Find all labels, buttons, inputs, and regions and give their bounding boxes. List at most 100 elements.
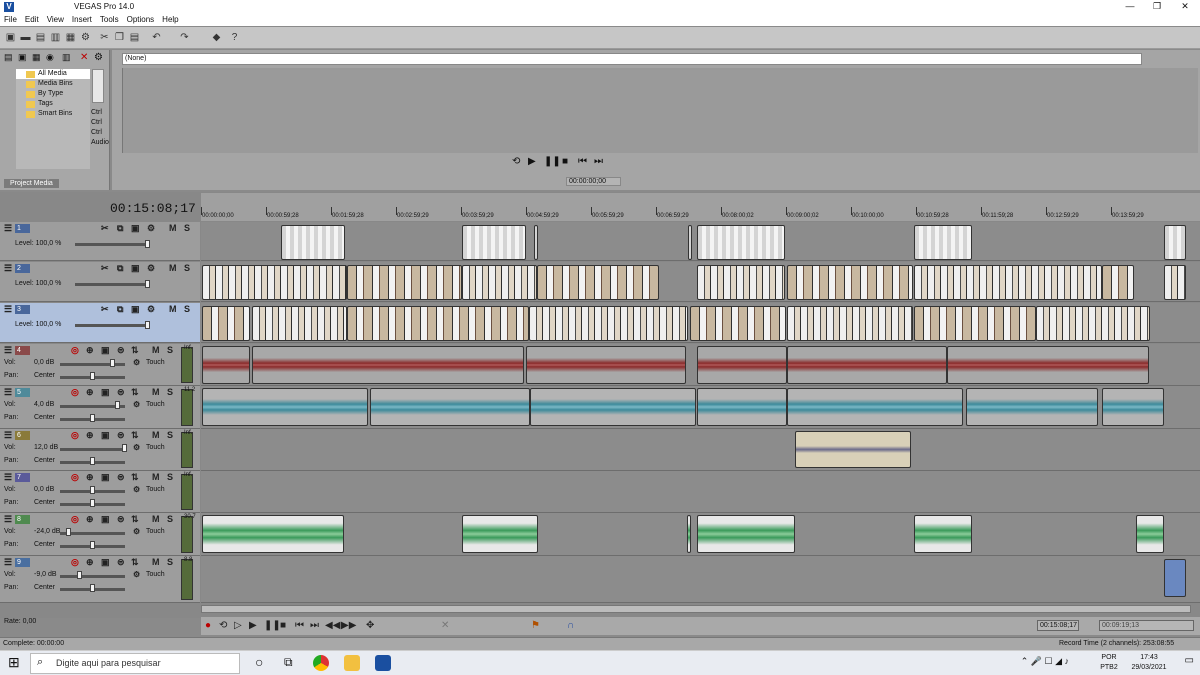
minimize-button[interactable]: — [1115,0,1145,13]
cortana-icon[interactable]: ○ [255,654,263,670]
arm-record-icon[interactable]: ◎ [71,387,79,398]
menu-tools[interactable]: Tools [100,15,119,24]
pan-knob[interactable] [90,541,95,549]
audio-track-header[interactable]: ☰ 8 ◎ ⊕ ▣ ⊜ ⇅ M S Vol: -24,0 dB ⚙ Touch Pan: Center -30… [0,513,200,556]
video-track-header[interactable]: ☰ 3 ✂ ⧉ ▣ ⚙ M S Level: 100,0 % [0,303,200,343]
automation-mode-icon[interactable]: ⚙ [133,485,140,494]
timeline-clip[interactable] [1136,515,1164,553]
audio-track-header[interactable]: ☰ 6 ◎ ⊕ ▣ ⊜ ⇅ M S Vol: 12,0 dB ⚙ Touch Pan: Center -Inf… [0,429,200,471]
track-menu-icon[interactable]: ☰ [4,345,12,356]
menu-insert[interactable]: Insert [72,15,92,24]
video-track-header[interactable]: ☰ 2 ✂ ⧉ ▣ ⚙ M S Level: 100,0 % [0,262,200,302]
vol-slider[interactable] [60,575,125,578]
mute-button[interactable]: M [152,430,160,440]
compositing-icon[interactable]: ⧉ [117,223,123,234]
arm-record-icon[interactable]: ◎ [71,345,79,356]
track-fx-icon[interactable]: ⚙ [147,223,155,234]
touch-label[interactable]: Touch [146,359,165,366]
automation-icon[interactable]: ⊜ [117,430,125,441]
timeline-clip[interactable] [462,515,538,553]
pan-knob[interactable] [90,414,95,422]
record-icon[interactable]: ● [205,620,211,631]
timeline-clip[interactable] [697,388,787,426]
copy-icon[interactable]: ❐ [113,31,126,44]
track-menu-icon[interactable]: ☰ [4,430,12,441]
tree-item-all-media[interactable]: All Media [16,69,90,79]
track-menu-icon[interactable]: ☰ [4,387,12,398]
vol-knob[interactable] [115,401,120,409]
vol-knob[interactable] [90,486,95,494]
menu-help[interactable]: Help [162,15,178,24]
timeline-clip[interactable] [202,265,347,300]
pan-knob[interactable] [90,499,95,507]
mute-button[interactable]: M [152,514,160,524]
timeline-clip[interactable] [202,388,368,426]
timeline-clip[interactable] [462,225,526,260]
timeline-clip[interactable] [252,346,524,384]
envelope-icon[interactable]: ⇅ [131,345,139,356]
track-menu-icon[interactable]: ☰ [4,263,12,274]
timeline-clip[interactable] [1036,306,1150,341]
level-slider[interactable] [75,243,150,246]
level-knob[interactable] [145,240,150,248]
menu-options[interactable]: Options [127,15,155,24]
automation-mode-icon[interactable]: ⚙ [133,570,140,579]
timeline-clip[interactable] [370,388,530,426]
vol-knob[interactable] [110,359,115,367]
maximize-button[interactable]: ❐ [1142,0,1172,13]
timeline-clip[interactable] [281,225,345,260]
track-menu-icon[interactable]: ☰ [4,514,12,525]
timeline-clip[interactable] [202,346,250,384]
vol-slider[interactable] [60,363,125,366]
automation-icon[interactable]: ⊜ [117,514,125,525]
timeline-clip[interactable] [787,306,913,341]
clock-date[interactable]: 29/03/2021 [1124,663,1174,673]
next-icon[interactable]: ⏭ [594,156,603,167]
invert-phase-icon[interactable]: ⊕ [86,472,94,483]
audio-lane[interactable] [201,429,1200,471]
timeline-clip[interactable] [534,225,538,260]
help-icon[interactable]: ? [228,31,241,44]
track-fx-icon[interactable]: ▣ [101,345,110,356]
motion-icon[interactable]: ▣ [131,263,140,274]
menu-file[interactable]: File [4,15,17,24]
open-icon[interactable]: ▬ [19,31,32,44]
play-icon[interactable]: ▶ [249,620,257,631]
level-knob[interactable] [145,280,150,288]
touch-label[interactable]: Touch [146,401,165,408]
track-menu-icon[interactable]: ☰ [4,223,12,234]
timeline-clip[interactable] [787,346,947,384]
save-as-icon[interactable]: ▥ [49,31,62,44]
timeline-clip[interactable] [530,388,696,426]
pause-icon[interactable]: ❚❚ [544,156,561,167]
track-fx-icon[interactable]: ▣ [101,472,110,483]
audio-track-header[interactable]: ☰ 4 ◎ ⊕ ▣ ⊜ ⇅ M S Vol: 0,0 dB ⚙ Touch Pan: Center -Inf. [0,344,200,386]
mute-button[interactable]: M [152,387,160,397]
timeline-clip[interactable] [795,431,911,468]
marker-icon[interactable]: ⚑ [531,620,540,631]
fx-icon[interactable]: ✂ [101,223,109,234]
track-fx-icon[interactable]: ▣ [101,557,110,568]
timeline-clip[interactable] [529,306,688,341]
automation-icon[interactable]: ⊜ [117,472,125,483]
solo-button[interactable]: S [167,557,173,567]
language-label[interactable]: POR [1094,653,1124,663]
pan-knob[interactable] [90,584,95,592]
delete-icon[interactable]: ✕ [441,620,449,631]
track-fx-icon[interactable]: ⚙ [147,263,155,274]
mute-button[interactable]: M [152,557,160,567]
timeline-clip[interactable] [966,388,1098,426]
invert-phase-icon[interactable]: ⊕ [86,430,94,441]
undo-icon[interactable]: ↶ [150,31,163,44]
timeline-clip[interactable] [1164,559,1186,597]
timeline-clip[interactable] [1102,265,1134,300]
solo-button[interactable]: S [167,472,173,482]
audio-lane[interactable] [201,471,1200,513]
timeline-clip[interactable] [697,265,785,300]
vegas-taskbar-icon[interactable] [375,655,391,671]
timeline-clip[interactable] [947,346,1149,384]
track-menu-icon[interactable]: ☰ [4,557,12,568]
import-media-icon[interactable]: ▤ [4,52,13,63]
level-slider[interactable] [75,283,150,286]
next-frame-icon[interactable]: ▶▶ [341,620,356,631]
